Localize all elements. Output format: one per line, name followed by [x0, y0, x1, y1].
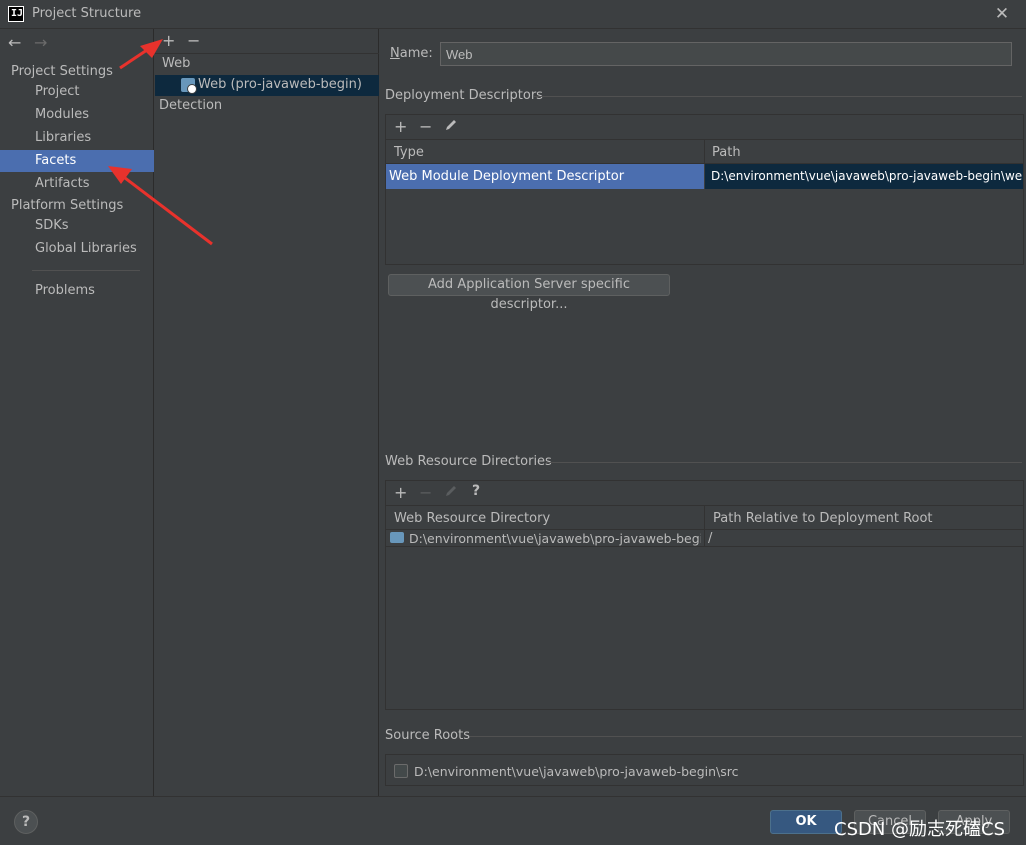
- title-bar: IJ Project Structure ✕: [0, 0, 1026, 29]
- add-server-descriptor-label: Add Application Server specific descript…: [428, 277, 630, 312]
- add-server-descriptor-button[interactable]: Add Application Server specific descript…: [388, 274, 670, 312]
- table-header: Web Resource Directory Path Relative to …: [386, 505, 1023, 530]
- nav-divider: [32, 270, 140, 271]
- column-header-relative-path[interactable]: Path Relative to Deployment Root: [713, 511, 933, 526]
- csdn-watermark: CSDN @励志死磕CS: [834, 819, 1006, 840]
- nav-item-modules[interactable]: Modules: [0, 104, 154, 126]
- table-header: Type Path: [386, 139, 1023, 164]
- facet-name-input[interactable]: [440, 42, 1012, 66]
- edit-pencil-icon[interactable]: [444, 484, 458, 498]
- name-label: Name:: [390, 46, 433, 61]
- source-root-checkbox[interactable]: [394, 764, 408, 778]
- deployment-descriptors-title: Deployment Descriptors: [385, 88, 543, 103]
- resource-directory-cell: D:\environment\vue\javaweb\pro-javaweb-b…: [409, 531, 701, 546]
- source-root-path: D:\environment\vue\javaweb\pro-javaweb-b…: [414, 764, 739, 779]
- deployment-descriptors-table: + − Type Path Web Module Deployment Desc…: [385, 114, 1024, 265]
- column-header-type[interactable]: Type: [394, 145, 424, 160]
- nav-section-platform-settings: Platform Settings: [11, 198, 124, 213]
- detection-item[interactable]: Detection: [159, 98, 222, 113]
- forward-arrow-icon[interactable]: →: [34, 33, 47, 52]
- section-divider: [470, 736, 1022, 737]
- section-divider: [534, 96, 1022, 97]
- nav-item-libraries[interactable]: Libraries: [0, 127, 154, 149]
- relative-path-cell: /: [708, 531, 713, 546]
- help-icon[interactable]: ?: [472, 483, 480, 499]
- section-divider: [546, 462, 1022, 463]
- close-icon[interactable]: ✕: [992, 4, 1012, 24]
- add-facet-icon[interactable]: +: [162, 31, 175, 50]
- web-resources-table: + − ? Web Resource Directory Path Relati…: [385, 480, 1024, 710]
- column-header-path[interactable]: Path: [712, 145, 741, 160]
- table-row[interactable]: D:\environment\vue\javaweb\pro-javaweb-b…: [386, 530, 1023, 547]
- add-resource-icon[interactable]: +: [394, 483, 407, 502]
- ok-button[interactable]: OK: [770, 810, 842, 834]
- settings-nav: ← → Project Settings Project Modules Lib…: [0, 29, 154, 796]
- nav-item-global-libraries[interactable]: Global Libraries: [0, 238, 154, 260]
- nav-item-project[interactable]: Project: [0, 81, 154, 103]
- table-row[interactable]: Web Module Deployment Descriptor D:\envi…: [386, 164, 1023, 189]
- nav-item-artifacts[interactable]: Artifacts: [0, 173, 154, 195]
- column-separator: [704, 530, 705, 547]
- facets-panel: + − Web Web (pro-javaweb-begin) Detectio…: [155, 29, 379, 796]
- column-header-web-resource-directory[interactable]: Web Resource Directory: [394, 511, 550, 526]
- help-button[interactable]: ?: [14, 810, 38, 834]
- descriptor-path-cell: D:\environment\vue\javaweb\pro-javaweb-b…: [705, 164, 1023, 189]
- add-descriptor-icon[interactable]: +: [394, 117, 407, 136]
- intellij-logo-icon: IJ: [8, 6, 24, 22]
- column-separator: [704, 506, 705, 530]
- web-facet-icon: [181, 78, 197, 94]
- back-arrow-icon[interactable]: ←: [8, 33, 21, 52]
- facet-item-label: Web (pro-javaweb-begin): [198, 77, 362, 92]
- facet-tree: Web Web (pro-javaweb-begin) Detection: [155, 53, 379, 796]
- source-roots-title: Source Roots: [385, 728, 471, 743]
- nav-item-sdks[interactable]: SDKs: [0, 215, 154, 237]
- descriptor-type-cell: Web Module Deployment Descriptor: [386, 164, 704, 189]
- nav-section-project-settings: Project Settings: [11, 64, 113, 79]
- source-roots-list: D:\environment\vue\javaweb\pro-javaweb-b…: [385, 754, 1024, 786]
- edit-pencil-icon[interactable]: [444, 118, 458, 132]
- remove-resource-icon[interactable]: −: [419, 483, 432, 502]
- window-title: Project Structure: [32, 6, 142, 21]
- nav-item-facets[interactable]: Facets: [0, 150, 154, 172]
- web-resource-directories-title: Web Resource Directories: [385, 454, 552, 469]
- remove-descriptor-icon[interactable]: −: [419, 117, 432, 136]
- remove-facet-icon[interactable]: −: [187, 31, 200, 50]
- facet-group-web[interactable]: Web: [162, 56, 190, 71]
- column-separator: [704, 140, 705, 164]
- nav-item-problems[interactable]: Problems: [0, 280, 154, 302]
- folder-icon: [390, 532, 404, 543]
- facet-tree-item[interactable]: Web (pro-javaweb-begin): [155, 75, 379, 96]
